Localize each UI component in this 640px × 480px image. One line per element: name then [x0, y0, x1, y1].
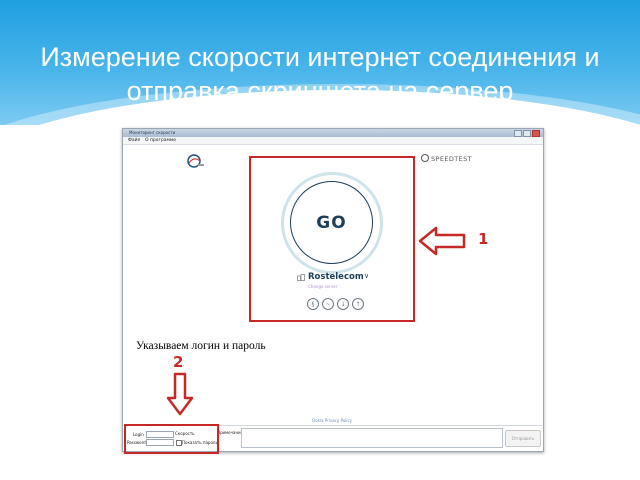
- menubar: Файл О программе: [123, 137, 543, 145]
- window-titlebar: Мониторинг скорости: [123, 129, 543, 137]
- speedtest-brand: SPEEDTEST: [421, 154, 472, 163]
- privacy-policy-link[interactable]: Ookla Privacy Policy: [312, 418, 352, 423]
- highlight-box-speedtest: [249, 156, 415, 322]
- marker-1: 1: [478, 230, 489, 248]
- menu-file[interactable]: Файл: [128, 137, 140, 144]
- comment-input[interactable]: [241, 428, 503, 448]
- marker-2: 2: [173, 353, 184, 371]
- comment-label: Примечание: [217, 430, 244, 435]
- highlight-box-login: [124, 424, 219, 454]
- speedtest-gauge-icon: [421, 154, 429, 162]
- speedtest-brand-label: SPEEDTEST: [431, 155, 473, 163]
- send-button[interactable]: Отправить: [505, 430, 541, 447]
- provider-logo-icon: [187, 154, 204, 168]
- close-button[interactable]: [532, 130, 540, 137]
- slide-title: Измерение скорости интернет соединения и…: [40, 42, 600, 106]
- maximize-button[interactable]: [523, 130, 531, 137]
- window-title: Мониторинг скорости: [129, 130, 176, 135]
- minimize-button[interactable]: [514, 130, 522, 137]
- login-note: Указываем логин и пароль: [136, 340, 266, 352]
- arrow-left-icon: [418, 226, 466, 256]
- arrow-down-icon: [166, 372, 194, 416]
- menu-about[interactable]: О программе: [145, 137, 176, 144]
